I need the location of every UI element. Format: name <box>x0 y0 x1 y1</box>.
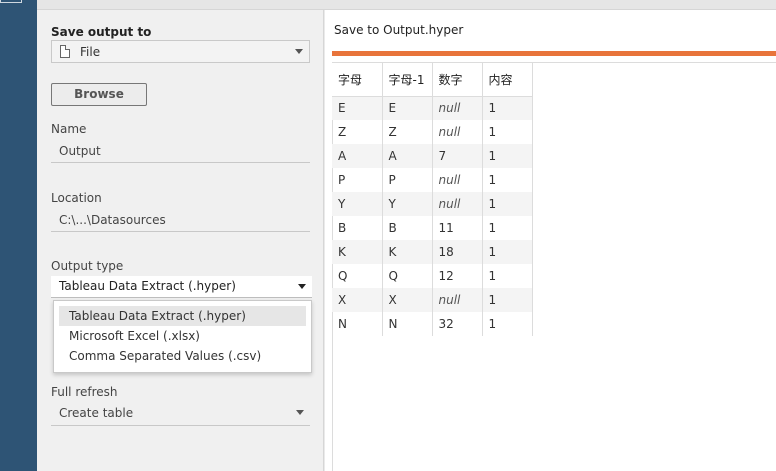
table-row: B B 11 1 <box>332 216 533 240</box>
table-cell: P <box>382 168 433 192</box>
table-cell: B <box>332 216 383 240</box>
save-output-value: File <box>80 44 101 59</box>
browse-button[interactable]: Browse <box>51 83 147 106</box>
output-type-value: Tableau Data Extract (.hyper) <box>59 279 236 293</box>
menu-item-xlsx[interactable]: Microsoft Excel (.xlsx) <box>59 326 306 346</box>
table-cell: N <box>382 312 433 336</box>
table-cell: Y <box>382 192 433 216</box>
column-header[interactable]: 内容 <box>482 63 533 97</box>
table-row: Y Y null 1 <box>332 192 533 216</box>
table-cell: 1 <box>482 168 533 192</box>
table-cell: 18 <box>432 240 483 264</box>
location-field[interactable]: C:\...\Datasources <box>51 209 310 232</box>
table-row: E E null 1 <box>332 96 533 120</box>
rail-tab[interactable] <box>0 0 22 3</box>
name-label: Name <box>51 122 87 136</box>
header-row: 字母 字母-1 数字 内容 <box>332 63 533 97</box>
table-cell: Z <box>332 120 383 144</box>
table-cell: X <box>332 288 383 312</box>
table-row: Z Z null 1 <box>332 120 533 144</box>
table-cell: 1 <box>482 120 533 144</box>
table-cell: null <box>432 168 483 192</box>
table-row: K K 18 1 <box>332 240 533 264</box>
table-cell: 1 <box>482 312 533 336</box>
table-row: P P null 1 <box>332 168 533 192</box>
table-cell: 1 <box>482 96 533 120</box>
table-cell: X <box>382 288 433 312</box>
table-cell: 1 <box>482 288 533 312</box>
table-cell: 1 <box>482 144 533 168</box>
table-cell: 1 <box>482 216 533 240</box>
preview-title: Save to Output.hyper <box>334 23 464 37</box>
output-preview-panel: Save to Output.hyper 字母 字母-1 数字 内容 E E n… <box>325 10 776 471</box>
table-cell: Q <box>332 264 383 288</box>
accent-bar <box>332 51 776 56</box>
output-type-menu: Tableau Data Extract (.hyper) Microsoft … <box>53 300 312 373</box>
table-cell: null <box>432 96 483 120</box>
table-cell: A <box>332 144 383 168</box>
save-output-label: Save output to <box>51 25 152 39</box>
full-refresh-select[interactable]: Create table <box>51 402 310 426</box>
location-label: Location <box>51 191 102 205</box>
table-cell: K <box>332 240 383 264</box>
table-cell: 11 <box>432 216 483 240</box>
chevron-down-icon <box>295 49 303 54</box>
table-row: A A 7 1 <box>332 144 533 168</box>
full-refresh-value: Create table <box>59 406 134 420</box>
table-cell: Y <box>332 192 383 216</box>
side-rail <box>0 0 37 471</box>
table-cell: null <box>432 192 483 216</box>
table-cell: Z <box>382 120 433 144</box>
table-cell: K <box>382 240 433 264</box>
table-cell: 1 <box>482 192 533 216</box>
table-cell: Q <box>382 264 433 288</box>
chevron-down-icon <box>296 410 304 415</box>
menu-item-csv[interactable]: Comma Separated Values (.csv) <box>59 346 306 366</box>
table-row: X X null 1 <box>332 288 533 312</box>
output-settings-panel: Save output to File Browse Name Output L… <box>37 10 324 471</box>
table-cell: 7 <box>432 144 483 168</box>
table-row: Q Q 12 1 <box>332 264 533 288</box>
table-cell: E <box>382 96 433 120</box>
table-cell: N <box>332 312 383 336</box>
table-cell: P <box>332 168 383 192</box>
top-strip <box>37 0 776 10</box>
table-cell: 1 <box>482 240 533 264</box>
preview-table: 字母 字母-1 数字 内容 E E null 1 Z Z null 1 A A <box>332 63 533 336</box>
table-cell: E <box>332 96 383 120</box>
table-cell: B <box>382 216 433 240</box>
column-header[interactable]: 字母 <box>332 63 383 97</box>
output-type-select[interactable]: Tableau Data Extract (.hyper) <box>51 276 312 298</box>
full-refresh-label: Full refresh <box>51 385 118 399</box>
table-cell: A <box>382 144 433 168</box>
save-output-select[interactable]: File <box>51 40 310 63</box>
table-cell: 1 <box>482 264 533 288</box>
output-type-label: Output type <box>51 259 124 273</box>
file-icon <box>60 45 70 58</box>
column-header[interactable]: 数字 <box>432 63 483 97</box>
table-cell: 12 <box>432 264 483 288</box>
menu-item-hyper[interactable]: Tableau Data Extract (.hyper) <box>59 306 306 326</box>
table-cell: null <box>432 120 483 144</box>
column-header[interactable]: 字母-1 <box>382 63 433 97</box>
table-cell: null <box>432 288 483 312</box>
name-field[interactable]: Output <box>51 140 310 163</box>
chevron-down-icon <box>298 284 306 289</box>
table-row: N N 32 1 <box>332 312 533 336</box>
table-cell: 32 <box>432 312 483 336</box>
